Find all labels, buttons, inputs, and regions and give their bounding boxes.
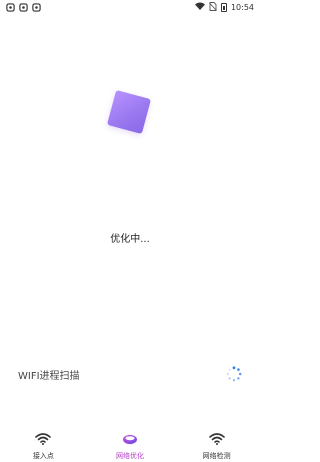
nav-item-network-check[interactable]: 网络检测 <box>177 424 257 461</box>
wifi-icon <box>194 2 205 12</box>
nav-label-network-optimize: 网络优化 <box>115 452 144 460</box>
optimize-ring-icon <box>122 430 138 449</box>
bottom-navigation: 接入点 网络优化 网络检测 <box>0 424 260 462</box>
nav-item-network-optimize[interactable]: 网络优化 <box>90 424 170 461</box>
nav-item-access-point[interactable]: 接入点 <box>3 424 83 461</box>
system-icons: 10:54 <box>194 1 254 13</box>
scan-row: WIFI进程扫描 <box>18 366 242 382</box>
scan-label: WIFI进程扫描 <box>18 370 80 382</box>
clock: 10:54 <box>230 2 254 12</box>
loading-spinner-icon <box>226 366 242 382</box>
app-notification-icon <box>19 2 28 12</box>
optimizing-animation <box>106 89 152 135</box>
nav-label-access-point: 接入点 <box>32 452 54 460</box>
notification-icons <box>6 2 41 12</box>
nav-label-network-check: 网络检测 <box>202 452 231 460</box>
app-notification-icon <box>32 2 41 12</box>
status-bar: 10:54 <box>0 0 260 14</box>
app-notification-icon <box>6 2 15 12</box>
battery-icon <box>220 2 227 12</box>
optimizing-status-text: 优化中... <box>110 234 150 245</box>
wifi-icon <box>208 430 225 449</box>
no-sim-icon <box>209 1 217 13</box>
wifi-icon <box>35 430 52 449</box>
